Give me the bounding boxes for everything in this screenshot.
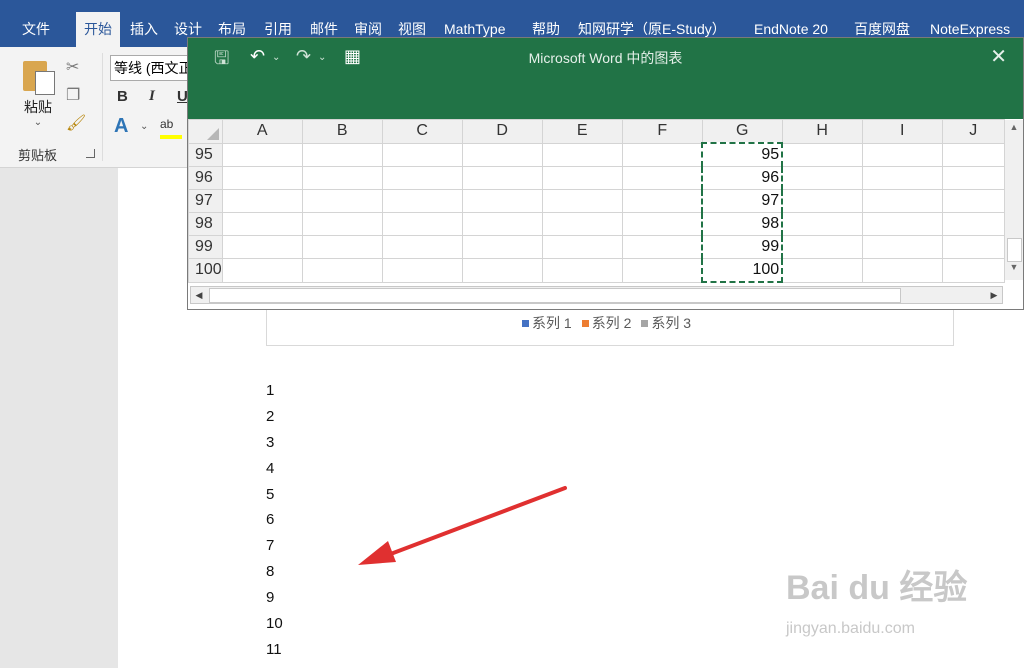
row-header[interactable]: 98: [188, 212, 223, 236]
cell-B97[interactable]: [301, 189, 383, 213]
cell-F95[interactable]: [621, 142, 703, 167]
table-row: 95 95: [188, 142, 1005, 167]
baidu-watermark-url: jingyan.baidu.com: [786, 620, 915, 637]
cell-F96[interactable]: [621, 166, 703, 190]
cell-A98[interactable]: [221, 212, 303, 236]
cell-J100[interactable]: [941, 258, 1005, 283]
column-header[interactable]: H: [781, 119, 863, 144]
column-header[interactable]: G: [701, 119, 783, 144]
column-header[interactable]: I: [861, 119, 943, 144]
cell-H95[interactable]: [781, 142, 863, 167]
cell-F99[interactable]: [621, 235, 703, 259]
cell-A95[interactable]: [221, 142, 303, 167]
table-row: 99 99: [188, 235, 1005, 259]
cell-G95[interactable]: 95: [701, 142, 784, 167]
cell-G98[interactable]: 98: [701, 212, 784, 236]
column-header[interactable]: C: [381, 119, 463, 144]
cell-D96[interactable]: [461, 166, 543, 190]
cell-G100[interactable]: 100: [701, 258, 784, 283]
cell-A97[interactable]: [221, 189, 303, 213]
excel-title-bar: 🖫 ↶ ⌄ ↷ ⌄ ▦ Microsoft Word 中的图表 ✕: [188, 38, 1023, 119]
cell-H98[interactable]: [781, 212, 863, 236]
cell-E97[interactable]: [541, 189, 623, 213]
cell-A99[interactable]: [221, 235, 303, 259]
cell-A100[interactable]: [221, 258, 303, 283]
scroll-down-icon[interactable]: ▼: [1005, 262, 1023, 278]
row-header[interactable]: 97: [188, 189, 223, 213]
cell-I98[interactable]: [861, 212, 943, 236]
cell-I99[interactable]: [861, 235, 943, 259]
excel-chart-data-window[interactable]: 🖫 ↶ ⌄ ↷ ⌄ ▦ Microsoft Word 中的图表 ✕ ABCDEF…: [187, 37, 1024, 310]
excel-window-title: Microsoft Word 中的图表: [528, 50, 683, 66]
cell-E100[interactable]: [541, 258, 623, 283]
cell-C98[interactable]: [381, 212, 463, 236]
cell-B95[interactable]: [301, 142, 383, 167]
select-all-corner[interactable]: [188, 119, 223, 144]
cell-I96[interactable]: [861, 166, 943, 190]
scroll-thumb[interactable]: [209, 288, 901, 303]
cell-D100[interactable]: [461, 258, 543, 283]
column-header[interactable]: A: [221, 119, 303, 144]
column-header[interactable]: D: [461, 119, 543, 144]
cell-G99[interactable]: 99: [701, 235, 784, 259]
row-header[interactable]: 99: [188, 235, 223, 259]
cell-H99[interactable]: [781, 235, 863, 259]
table-row: 97 97: [188, 189, 1005, 213]
cell-E99[interactable]: [541, 235, 623, 259]
baidu-watermark: Bai du 经验: [786, 569, 968, 607]
cell-D99[interactable]: [461, 235, 543, 259]
scroll-up-icon[interactable]: ▲: [1005, 122, 1023, 138]
cell-F97[interactable]: [621, 189, 703, 213]
horizontal-scrollbar[interactable]: ◀ ▶: [190, 286, 1003, 304]
cell-B98[interactable]: [301, 212, 383, 236]
scroll-thumb[interactable]: [1007, 238, 1022, 262]
row-header[interactable]: 100: [188, 258, 223, 283]
cell-D95[interactable]: [461, 142, 543, 167]
cell-J96[interactable]: [941, 166, 1005, 190]
cell-I97[interactable]: [861, 189, 943, 213]
cell-J98[interactable]: [941, 212, 1005, 236]
cell-E98[interactable]: [541, 212, 623, 236]
cell-H96[interactable]: [781, 166, 863, 190]
cell-D98[interactable]: [461, 212, 543, 236]
table-row: 96 96: [188, 166, 1005, 190]
cell-G97[interactable]: 97: [701, 189, 784, 213]
cell-H100[interactable]: [781, 258, 863, 283]
cell-C97[interactable]: [381, 189, 463, 213]
cell-F100[interactable]: [621, 258, 703, 283]
cell-J95[interactable]: [941, 142, 1005, 167]
scroll-right-icon[interactable]: ▶: [986, 287, 1002, 303]
cell-C100[interactable]: [381, 258, 463, 283]
cell-E95[interactable]: [541, 142, 623, 167]
column-header[interactable]: F: [621, 119, 703, 144]
cell-C99[interactable]: [381, 235, 463, 259]
cell-C96[interactable]: [381, 166, 463, 190]
cell-I95[interactable]: [861, 142, 943, 167]
column-header[interactable]: E: [541, 119, 623, 144]
row-header[interactable]: 96: [188, 166, 223, 190]
table-row: 98 98: [188, 212, 1005, 236]
column-header[interactable]: B: [301, 119, 383, 144]
cell-H97[interactable]: [781, 189, 863, 213]
cell-I100[interactable]: [861, 258, 943, 283]
cell-B96[interactable]: [301, 166, 383, 190]
scroll-left-icon[interactable]: ◀: [191, 287, 207, 303]
cell-B99[interactable]: [301, 235, 383, 259]
cell-G96[interactable]: 96: [701, 166, 784, 190]
cell-F98[interactable]: [621, 212, 703, 236]
cell-B100[interactable]: [301, 258, 383, 283]
table-row: 100 100: [188, 258, 1005, 283]
cell-A96[interactable]: [221, 166, 303, 190]
cell-D97[interactable]: [461, 189, 543, 213]
column-header[interactable]: J: [941, 119, 1005, 144]
cell-J97[interactable]: [941, 189, 1005, 213]
cell-C95[interactable]: [381, 142, 463, 167]
cell-E96[interactable]: [541, 166, 623, 190]
vertical-scrollbar[interactable]: ▲ ▼: [1004, 120, 1023, 280]
cell-J99[interactable]: [941, 235, 1005, 259]
close-icon[interactable]: ✕: [990, 44, 1007, 69]
spreadsheet-grid[interactable]: ABCDEFGHIJ 95 95 96 96 97 97 98 98 99 99 100 100: [188, 119, 1005, 283]
row-header[interactable]: 95: [188, 142, 223, 167]
